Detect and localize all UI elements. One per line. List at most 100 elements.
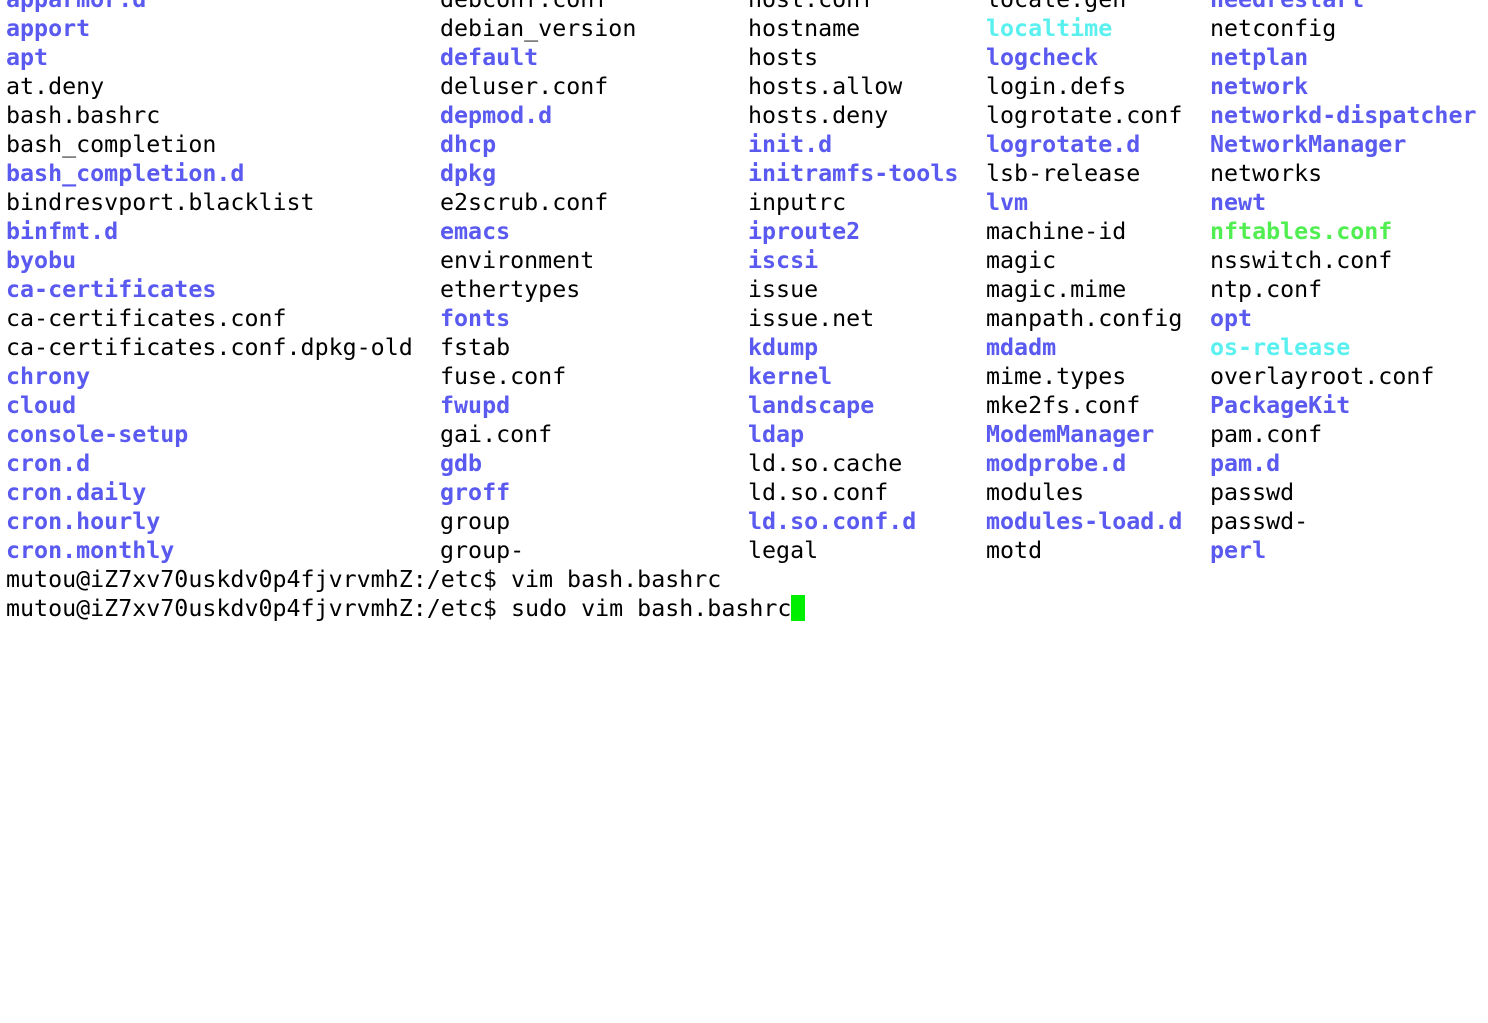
command-line-history: mutou@iZ7xv70uskdv0p4fjvrvmhZ:/etc$ vim … (6, 565, 805, 594)
listing-entry: network (1210, 73, 1309, 100)
listing-entry: issue (748, 276, 819, 303)
listing-entry: fwupd (440, 392, 511, 419)
listing-entry: lsb-release (986, 160, 1141, 187)
listing-entry: iproute2 (748, 218, 861, 245)
listing-entry: emacs (440, 218, 511, 245)
listing-entry: hosts.deny (748, 102, 889, 129)
listing-entry: PackageKit (1210, 392, 1351, 419)
listing-entry: ld.so.cache (748, 450, 903, 477)
listing-entry: modules-load.d (986, 508, 1183, 535)
listing-entry: logrotate.conf (986, 102, 1183, 129)
listing-entry: e2scrub.conf (440, 189, 609, 216)
listing-entry: group (440, 508, 511, 535)
listing-entry: logrotate.d (986, 131, 1141, 158)
listing-entry: dhcp (440, 131, 497, 158)
listing-entry: netplan (1210, 44, 1309, 71)
listing-entry: ethertypes (440, 276, 581, 303)
text-cursor (791, 595, 806, 621)
listing-entry: ca-certificates.conf (6, 305, 287, 332)
listing-entry: console-setup (6, 421, 189, 448)
listing-entry: apt (6, 44, 49, 71)
listing-entry: cron.d (6, 450, 91, 477)
listing-entry: overlayroot.conf (1210, 363, 1435, 390)
listing-entry: NetworkManager (1210, 131, 1407, 158)
listing-entry: pam.d (1210, 450, 1281, 477)
listing-entry: mke2fs.conf (986, 392, 1141, 419)
listing-entry: fstab (440, 334, 511, 361)
shell-prompt-area[interactable]: mutou@iZ7xv70uskdv0p4fjvrvmhZ:/etc$ vim … (6, 565, 806, 623)
listing-entry: init.d (748, 131, 833, 158)
listing-entry: passwd- (1210, 508, 1309, 535)
command-line-current[interactable]: mutou@iZ7xv70uskdv0p4fjvrvmhZ:/etc$ sudo… (6, 594, 806, 623)
listing-entry: initramfs-tools (748, 160, 959, 187)
listing-entry: groff (440, 479, 511, 506)
listing-entry: landscape (748, 392, 875, 419)
listing-entry: legal (748, 537, 819, 564)
listing-entry: hosts (748, 44, 819, 71)
listing-entry: netconfig (1210, 15, 1337, 42)
listing-entry: gdb (440, 450, 483, 477)
listing-entry: newt (1210, 189, 1267, 216)
listing-column-4: locale.genlocaltimelogchecklogin.defslog… (986, 0, 1182, 565)
listing-column-1: apparmor.dapportaptat.denybash.bashrcbas… (6, 0, 413, 565)
listing-entry: binfmt.d (6, 218, 119, 245)
listing-entry: nftables.conf (1210, 218, 1393, 245)
listing-entry: os-release (1210, 334, 1351, 361)
listing-entry: bash.bashrc (6, 102, 161, 129)
listing-entry: host.conf (748, 0, 958, 14)
listing-entry: locale.gen (986, 0, 1182, 14)
listing-entry: kernel (748, 363, 833, 390)
listing-entry: cron.monthly (6, 537, 175, 564)
listing-entry: manpath.config (986, 305, 1183, 332)
listing-entry: debian_version (440, 15, 637, 42)
listing-entry: ntp.conf (1210, 276, 1323, 303)
listing-entry: ldap (748, 421, 805, 448)
listing-entry: bash_completion.d (6, 160, 245, 187)
listing-entry: magic.mime (986, 276, 1127, 303)
listing-entry: fuse.conf (440, 363, 567, 390)
listing-entry: kdump (748, 334, 819, 361)
listing-entry: group- (440, 537, 525, 564)
shell-prompt: mutou@iZ7xv70uskdv0p4fjvrvmhZ:/etc$ (6, 566, 511, 593)
listing-entry: depmod.d (440, 102, 553, 129)
listing-entry: opt (1210, 305, 1253, 332)
command-input[interactable]: sudo vim bash.bashrc (511, 595, 792, 622)
listing-entry: login.defs (986, 73, 1127, 100)
listing-entry: at.deny (6, 73, 105, 100)
listing-column-3: host.confhostnamehostshosts.allowhosts.d… (748, 0, 958, 565)
listing-entry: bindresvport.blacklist (6, 189, 315, 216)
listing-entry: pam.conf (1210, 421, 1323, 448)
listing-entry: magic (986, 247, 1057, 274)
listing-entry: chrony (6, 363, 91, 390)
listing-entry: ld.so.conf.d (748, 508, 917, 535)
listing-entry: bash_completion (6, 131, 217, 158)
listing-entry: default (440, 44, 539, 71)
listing-entry: apport (6, 15, 91, 42)
listing-entry: issue.net (748, 305, 875, 332)
listing-entry: hosts.allow (748, 73, 903, 100)
listing-entry: perl (1210, 537, 1267, 564)
listing-entry: fonts (440, 305, 511, 332)
shell-prompt: mutou@iZ7xv70uskdv0p4fjvrvmhZ:/etc$ (6, 595, 511, 622)
listing-entry: motd (986, 537, 1043, 564)
listing-entry: modules (986, 479, 1085, 506)
listing-entry: ld.so.conf (748, 479, 889, 506)
listing-entry: cron.hourly (6, 508, 161, 535)
listing-entry: cron.daily (6, 479, 147, 506)
listing-entry: mime.types (986, 363, 1127, 390)
listing-entry: environment (440, 247, 595, 274)
listing-entry: machine-id (986, 218, 1127, 245)
listing-entry: ModemManager (986, 421, 1155, 448)
listing-entry: ca-certificates (6, 276, 217, 303)
listing-entry: lvm (986, 189, 1029, 216)
listing-entry: iscsi (748, 247, 819, 274)
listing-entry: passwd (1210, 479, 1295, 506)
listing-entry: logcheck (986, 44, 1099, 71)
listing-entry: mdadm (986, 334, 1057, 361)
listing-column-5: needrestartnetconfignetplannetworknetwor… (1210, 0, 1477, 565)
listing-entry: networkd-dispatcher (1210, 102, 1477, 129)
listing-entry: cloud (6, 392, 77, 419)
terminal-window[interactable]: apparmor.dapportaptat.denybash.bashrcbas… (0, 0, 1488, 1023)
listing-column-2: debconf.confdebian_versiondefaultdeluser… (440, 0, 636, 565)
listing-entry: deluser.conf (440, 73, 609, 100)
